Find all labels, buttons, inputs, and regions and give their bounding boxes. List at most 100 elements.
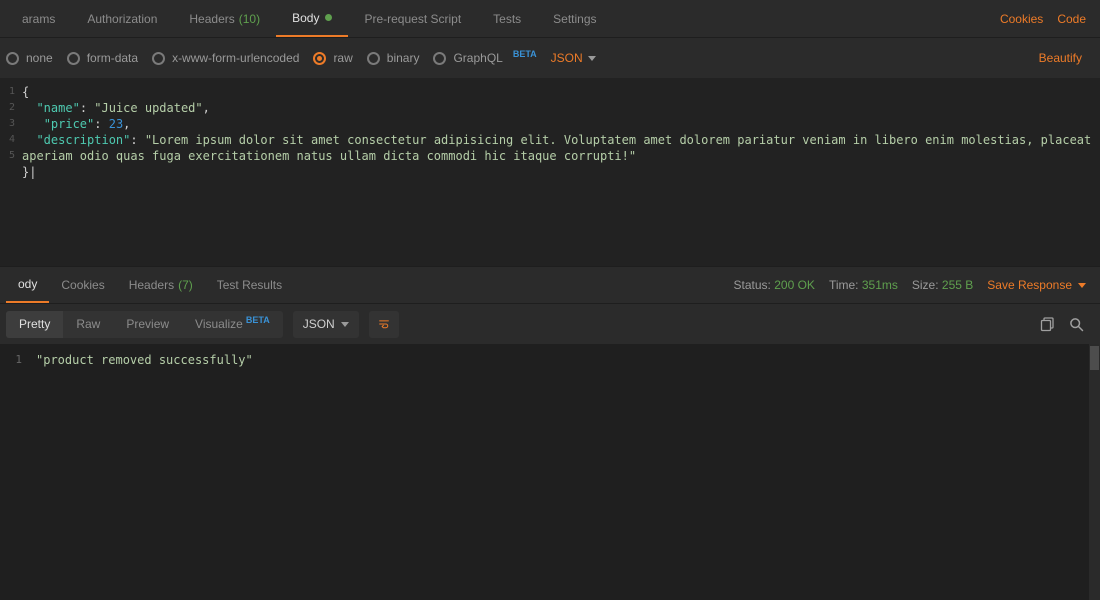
view-mode-pretty[interactable]: Pretty (6, 311, 63, 338)
tab-prerequest-label: Pre-request Script (364, 12, 461, 26)
response-code: "product removed successfully" (30, 344, 253, 600)
beta-badge: BETA (513, 49, 537, 59)
tab-tests[interactable]: Tests (477, 0, 537, 37)
body-right: Beautify (1039, 51, 1094, 65)
status-label-text: Status: 200 OK (734, 278, 815, 292)
response-tab-test-results-label: Test Results (217, 278, 282, 292)
body-type-row: none form-data x-www-form-urlencoded raw… (0, 38, 1100, 78)
tab-headers-count: (10) (239, 12, 260, 26)
body-type-form-data[interactable]: form-data (67, 51, 138, 65)
code-link[interactable]: Code (1057, 12, 1086, 26)
response-format-dropdown[interactable]: JSON (293, 311, 359, 338)
response-body-viewer[interactable]: 1 "product removed successfully" (0, 344, 1100, 600)
code-number: 23 (109, 117, 123, 131)
wrap-icon (379, 317, 389, 331)
tab-prerequest-script[interactable]: Pre-request Script (348, 0, 477, 37)
body-type-binary-label: binary (387, 51, 420, 65)
tab-params[interactable]: arams (6, 0, 71, 37)
radio-icon (6, 52, 19, 65)
tab-tests-label: Tests (493, 12, 521, 26)
cookies-link[interactable]: Cookies (1000, 12, 1043, 26)
code-key: "price" (44, 117, 95, 131)
chevron-down-icon (1078, 283, 1086, 288)
code-token: { (22, 85, 29, 99)
body-type-raw-label: raw (333, 51, 352, 65)
tab-authorization[interactable]: Authorization (71, 0, 173, 37)
tab-authorization-label: Authorization (87, 12, 157, 26)
tab-settings-label: Settings (553, 12, 596, 26)
editor-code[interactable]: { "name": "Juice updated", "price": 23, … (18, 78, 1100, 266)
request-right-links: Cookies Code (1000, 12, 1094, 26)
line-number: 1 (0, 84, 15, 100)
view-mode-group: Pretty Raw Preview VisualizeBETA (6, 311, 283, 338)
response-tab-cookies[interactable]: Cookies (49, 267, 116, 303)
size-value: 255 B (942, 278, 973, 292)
response-tab-headers-count: (7) (178, 278, 193, 292)
code-key: "description" (36, 133, 130, 147)
tab-headers-label: Headers (189, 12, 234, 26)
copy-response-button[interactable] (1040, 317, 1055, 332)
body-type-urlencoded-label: x-www-form-urlencoded (172, 51, 299, 65)
view-mode-visualize-label: Visualize (195, 317, 243, 331)
scrollbar-thumb[interactable] (1090, 346, 1099, 370)
radio-icon (152, 52, 165, 65)
time-label: Time: (829, 278, 859, 292)
tab-body-unsaved-dot-icon (325, 14, 332, 21)
tab-params-label: arams (22, 12, 55, 26)
tab-body[interactable]: Body (276, 0, 348, 37)
line-number: 5 (0, 148, 15, 164)
line-number: 4 (0, 132, 15, 148)
time-value: 351ms (862, 278, 898, 292)
response-tab-body[interactable]: ody (6, 267, 49, 303)
view-mode-raw-label: Raw (76, 317, 100, 331)
search-icon (1069, 317, 1084, 332)
body-type-urlencoded[interactable]: x-www-form-urlencoded (152, 51, 299, 65)
view-mode-preview[interactable]: Preview (113, 311, 182, 338)
body-type-binary[interactable]: binary (367, 51, 420, 65)
radio-icon (67, 52, 80, 65)
size-label-text: Size: 255 B (912, 278, 973, 292)
save-response-button[interactable]: Save Response (987, 278, 1086, 292)
body-type-form-data-label: form-data (87, 51, 138, 65)
body-type-graphql[interactable]: GraphQL BETA (433, 51, 536, 65)
view-mode-pretty-label: Pretty (19, 317, 50, 331)
status-value: 200 OK (774, 278, 815, 292)
response-tab-test-results[interactable]: Test Results (205, 267, 294, 303)
code-key: "name" (36, 101, 79, 115)
response-meta: Status: 200 OK Time: 351ms Size: 255 B (734, 278, 974, 292)
response-toolbar-right (1040, 317, 1094, 332)
editor-gutter: 1 2 3 4 5 (0, 78, 18, 266)
body-type-none-label: none (26, 51, 53, 65)
response-toolbar: Pretty Raw Preview VisualizeBETA JSON (0, 304, 1100, 344)
search-response-button[interactable] (1069, 317, 1084, 332)
beta-badge: BETA (246, 315, 270, 325)
request-tab-bar: arams Authorization Headers (10) Body Pr… (0, 0, 1100, 38)
time-label-text: Time: 351ms (829, 278, 898, 292)
radio-icon (367, 52, 380, 65)
response-format-label: JSON (303, 317, 335, 331)
code-string: "Lorem ipsum dolor sit amet consectetur … (22, 133, 1099, 163)
response-tab-headers[interactable]: Headers(7) (117, 267, 205, 303)
body-type-none[interactable]: none (6, 51, 53, 65)
view-mode-preview-label: Preview (126, 317, 169, 331)
response-gutter: 1 (0, 344, 30, 600)
response-string: "product removed successfully" (36, 353, 253, 367)
save-response-label: Save Response (987, 278, 1072, 292)
chevron-down-icon (588, 56, 596, 61)
beautify-link[interactable]: Beautify (1039, 51, 1082, 65)
radio-icon (433, 52, 446, 65)
body-type-graphql-label: GraphQL (453, 51, 502, 65)
view-mode-visualize[interactable]: VisualizeBETA (182, 311, 283, 338)
response-tab-body-label: ody (18, 277, 37, 291)
wrap-lines-button[interactable] (369, 311, 399, 338)
scrollbar-track[interactable] (1089, 344, 1100, 600)
view-mode-raw[interactable]: Raw (63, 311, 113, 338)
body-format-dropdown[interactable]: JSON (551, 51, 596, 65)
body-type-raw[interactable]: raw (313, 51, 352, 65)
request-body-editor[interactable]: 1 2 3 4 5 { "name": "Juice updated", "pr… (0, 78, 1100, 266)
copy-icon (1040, 317, 1055, 332)
tab-headers[interactable]: Headers (10) (173, 0, 276, 37)
radio-icon (313, 52, 326, 65)
chevron-down-icon (341, 322, 349, 327)
tab-settings[interactable]: Settings (537, 0, 612, 37)
